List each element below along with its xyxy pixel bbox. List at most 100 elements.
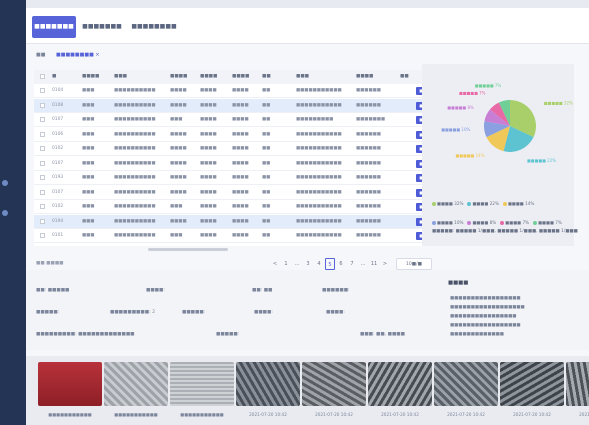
legend-item[interactable]: ■■■■ 8% <box>467 220 496 225</box>
page-item[interactable]: 3 <box>303 258 313 270</box>
gallery-thumbnail[interactable] <box>38 362 102 406</box>
row-checkbox[interactable] <box>40 88 45 93</box>
table-cell: ■■■ <box>82 146 95 151</box>
table-cell: 0107 <box>52 160 64 166</box>
table-cell: ■■■ <box>82 102 95 108</box>
tab-1[interactable]: ■■■■■■■ <box>80 16 124 38</box>
tab-2[interactable]: ■■■■■■■■ <box>130 16 178 38</box>
table-cell: ■■■■ <box>170 160 187 166</box>
records-table: ■ ■■■■ ■■■ ■■■■ ■■■■ ■■■■ ■■ ■■■ ■■■■ ■■ 0104 ■■■ ■… <box>34 70 434 251</box>
gallery-thumbnail[interactable] <box>302 362 366 406</box>
row-checkbox[interactable] <box>40 102 45 108</box>
page-item[interactable]: ... <box>358 258 368 270</box>
table-cell: ■■■■■■ <box>356 175 381 180</box>
detail-field: ■■■■: <box>146 288 165 293</box>
legend-item[interactable]: ■■■■ 32% <box>432 201 463 206</box>
horizontal-scrollbar[interactable] <box>148 248 228 251</box>
row-checkbox[interactable] <box>40 117 45 122</box>
table-cell: ■■■■ <box>232 233 249 238</box>
pie-slice-label: ■■■■■ 32% <box>544 101 573 106</box>
legend-item[interactable]: ■■■■ 7% <box>500 220 529 225</box>
table-cell: ■■■■ <box>170 102 187 108</box>
gallery-thumbnail[interactable] <box>236 362 300 406</box>
table-cell: ■■■■■■■■■■ <box>114 218 156 224</box>
table-cell: ■■ <box>262 189 271 195</box>
table-cell: ■■■ <box>170 233 183 238</box>
table-row[interactable]: 0106 ■■■ ■■■■■■■■■■ ■■■■ ■■■■ ■■■■ ■■ ■■■■■■■■■… <box>34 128 434 142</box>
gallery-caption: ■■■■■■■■■■■ <box>114 412 158 417</box>
page-item[interactable]: 11 <box>369 258 379 270</box>
table-cell: ■■■■■■■■■■ <box>114 88 156 93</box>
table-cell: 0194 <box>52 218 64 224</box>
legend-item[interactable]: ■■■■ 22% <box>467 201 499 206</box>
table-row[interactable]: 0108 ■■■ ■■■■■■■■■■ ■■■■ ■■■■ ■■■■ ■■ ■■■■■■■■■… <box>34 98 434 113</box>
row-checkbox[interactable] <box>40 146 45 151</box>
legend-item[interactable]: ■■■■ 14% <box>502 201 534 206</box>
table-cell: ■■■■■■■■■■ <box>114 160 156 166</box>
table-cell: ■■■■■■■■■■ <box>114 131 156 137</box>
table-cell: ■■■■■■■■■■ <box>114 117 156 122</box>
filter-tag[interactable]: ■■■■■■■■ × <box>56 52 100 58</box>
page-item[interactable]: 5 <box>325 258 335 270</box>
row-checkbox[interactable] <box>40 218 45 224</box>
table-row[interactable]: 0193 ■■■ ■■■■■■■■■■ ■■■■ ■■■■ ■■■■ ■■ ■■■■■■■■■… <box>34 171 434 185</box>
gallery-thumbnail[interactable] <box>500 362 564 406</box>
table-row[interactable]: 0102■■■■■■■■■■■■■■■■■■■■■■■■■■■■■■■■■■■■… <box>34 142 434 156</box>
table-cell: ■■■■■■ <box>356 88 381 93</box>
table-row[interactable]: 0107■■■■■■■■■■■■■■■■■■■■■■■■■■■■■■■■■■■■… <box>34 186 434 200</box>
table-cell: ■■■■■■■■■■ <box>114 189 156 195</box>
column-header: ■■ <box>262 74 271 79</box>
detail-field: ■■: ■■ <box>252 288 273 293</box>
page-item[interactable]: < <box>270 258 280 270</box>
page-size-select[interactable]: 10■/■ <box>396 258 432 270</box>
page-item[interactable]: 4 <box>314 258 324 270</box>
row-checkbox[interactable] <box>40 160 45 166</box>
select-all-checkbox[interactable] <box>40 74 45 79</box>
table-cell: ■■■■ <box>232 88 249 93</box>
table-cell: ■■■■ <box>200 131 217 137</box>
table-cell: ■■■ <box>82 233 95 238</box>
table-cell: ■■■■■■ <box>356 189 381 195</box>
table-row[interactable]: 0107■■■■■■■■■■■■■■■■■■■■■■■■■■■■■■■■■■■■… <box>34 113 434 127</box>
tab-0[interactable]: ■■■■■■■ <box>32 16 76 38</box>
gallery-thumbnail[interactable] <box>434 362 498 406</box>
crumb-home[interactable]: ■■ <box>36 52 45 58</box>
page-item[interactable]: ... <box>292 258 302 270</box>
row-checkbox[interactable] <box>40 189 45 195</box>
table-cell: ■■■■ <box>170 218 187 224</box>
pie-chart-panel: ■■■■■ 32% ■■■■■ 22% ■■■■■ 14% ■■■■■ 10% ■■■■… <box>422 64 578 246</box>
column-header: ■ <box>52 74 57 79</box>
legend-item[interactable]: ■■■■ 7% <box>533 220 562 225</box>
table-cell: ■■■■■■ <box>356 233 381 238</box>
gallery-thumbnail[interactable] <box>368 362 432 406</box>
gallery-thumbnail[interactable] <box>104 362 168 406</box>
table-row[interactable]: 0194 ■■■ ■■■■■■■■■■ ■■■■ ■■■■ ■■■■ ■■ ■■■■■■■■■… <box>34 214 434 229</box>
row-checkbox[interactable] <box>40 204 45 209</box>
table-cell: ■■■ <box>82 160 95 166</box>
left-sidebar <box>0 0 26 425</box>
table-row[interactable]: 0104 ■■■ ■■■■■■■■■■ ■■■■ ■■■■ ■■■■ ■■ ■■■■■■■■■… <box>34 84 434 98</box>
row-checkbox[interactable] <box>40 233 45 238</box>
gallery-thumbnail[interactable] <box>170 362 234 406</box>
pie-chart: ■■■■■ 32% ■■■■■ 22% ■■■■■ 14% ■■■■■ 10% ■■■■… <box>441 83 573 163</box>
legend-swatch <box>467 202 472 206</box>
legend-item[interactable]: ■■■■ 10% <box>432 220 463 225</box>
table-cell: 0107 <box>52 189 64 195</box>
page-item[interactable]: 6 <box>336 258 346 270</box>
table-cell: 0102 <box>52 146 64 151</box>
row-checkbox[interactable] <box>40 175 45 180</box>
table-row[interactable]: 0107■■■■■■■■■■■■■■■■■■■■■■■■■■■■■■■■■■■■… <box>34 157 434 171</box>
table-cell: ■■■■ <box>232 102 249 108</box>
row-checkbox[interactable] <box>40 131 45 137</box>
page-item[interactable]: > <box>380 258 390 270</box>
sidebar-marker <box>2 210 8 216</box>
page-item[interactable]: 7 <box>347 258 357 270</box>
side-note-line: ■■■■■■■■■■■■■■■■■ <box>450 296 521 301</box>
side-note-line: ■■■■■■■■■■■■■■■■■ <box>450 323 521 328</box>
gallery-thumbnail[interactable] <box>566 362 589 406</box>
table-row[interactable]: 0101 ■■■ ■■■■■■■■■■ ■■■ ■■■■ ■■■■ ■■ ■■■■■■■■■■… <box>34 229 434 243</box>
table-cell: ■■■■ <box>232 146 249 151</box>
top-tab-bar: ■■■■■■■ ■■■■■■■ ■■■■■■■■ <box>26 8 589 44</box>
page-item[interactable]: 1 <box>281 258 291 270</box>
table-row[interactable]: 0102■■■■■■■■■■■■■■■■■■■■■■■■■■■■■■■■■■■■… <box>34 200 434 214</box>
